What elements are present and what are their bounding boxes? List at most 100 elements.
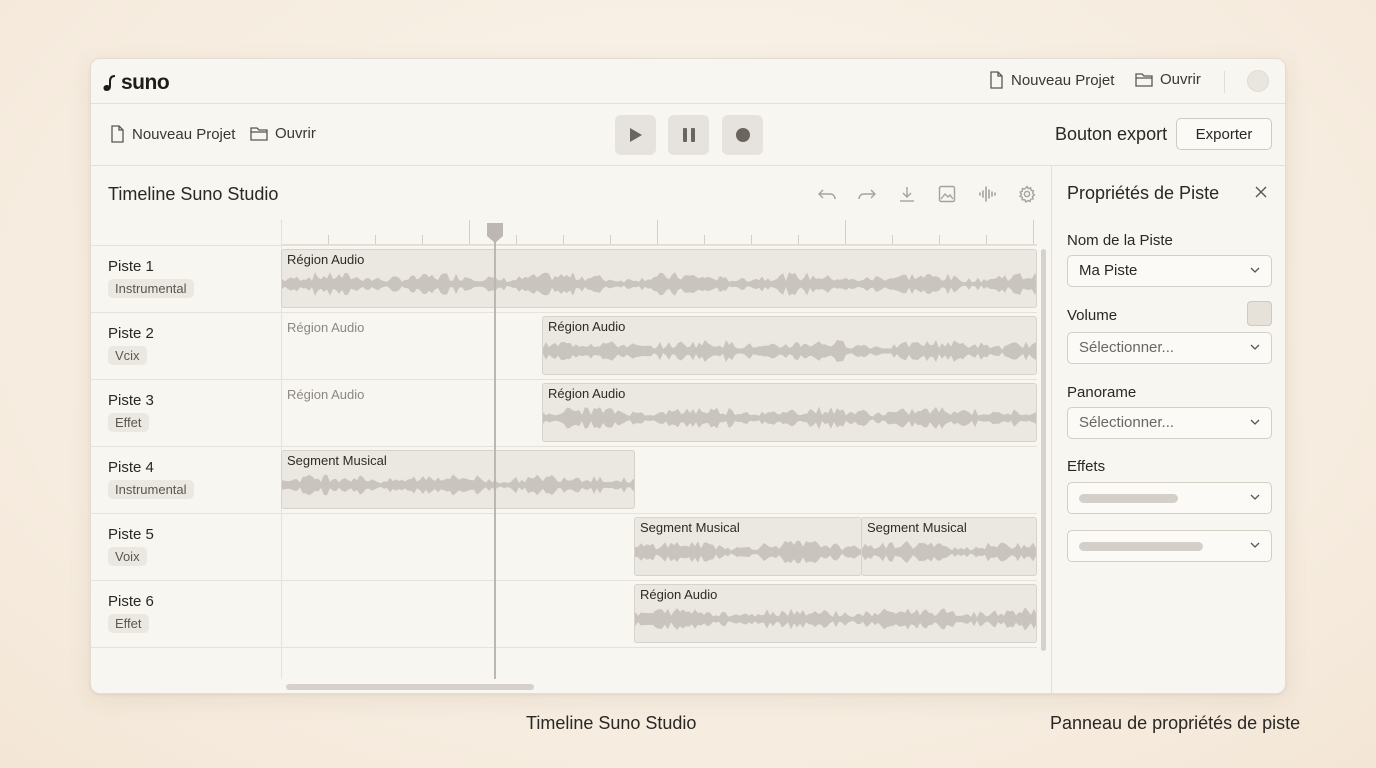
folder-icon (250, 127, 268, 141)
track-header[interactable]: Piste 4 Instrumental (91, 446, 281, 513)
track-header[interactable]: Piste 5 Voix (91, 513, 281, 580)
download-icon (900, 187, 914, 202)
audio-region[interactable]: Région Audio (542, 316, 1037, 375)
play-button[interactable] (615, 115, 656, 155)
open-button[interactable]: Ouvrir (250, 125, 316, 142)
region-label: Région Audio (548, 319, 626, 334)
titlebar-new-project-button[interactable]: Nouveau Projet (989, 71, 1114, 89)
gear-icon (1019, 185, 1036, 203)
ruler-tick (939, 235, 940, 244)
studio-window: suno Nouveau Projet Ouvrir Nouveau Proje… (90, 58, 1286, 694)
lane-divider (91, 513, 1037, 514)
pause-button[interactable] (668, 115, 709, 155)
avatar[interactable] (1247, 70, 1269, 92)
suno-logo[interactable]: suno (103, 71, 170, 95)
track-header[interactable]: Piste 6 Effet (91, 580, 281, 647)
lane-divider (91, 379, 1037, 380)
effect-select[interactable] (1067, 530, 1272, 562)
playhead-line[interactable] (494, 235, 496, 679)
volume-select[interactable]: Sélectionner... (1067, 332, 1272, 364)
waveform-shape (282, 272, 1036, 296)
titlebar-open-button[interactable]: Ouvrir (1135, 71, 1201, 88)
pan-select[interactable]: Sélectionner... (1067, 407, 1272, 439)
export-button[interactable]: Exporter (1176, 118, 1272, 150)
ruler-tick (751, 235, 752, 244)
chevron-down-icon (1250, 494, 1260, 500)
track-name-label: Nom de la Piste (1067, 232, 1173, 249)
timeline-title: Timeline Suno Studio (108, 184, 279, 204)
music-segment[interactable]: Segment Musical (861, 517, 1037, 576)
timeline-ruler[interactable] (281, 220, 1037, 245)
track-name-select[interactable]: Ma Piste (1067, 255, 1272, 287)
audio-region[interactable]: Région Audio (634, 584, 1037, 643)
playhead-handle[interactable] (486, 222, 504, 244)
undo-icon (818, 189, 836, 200)
track-header[interactable]: Piste 2 Vcix (91, 312, 281, 379)
pan-placeholder: Sélectionner... (1079, 414, 1175, 431)
music-segment[interactable]: Segment Musical (634, 517, 862, 576)
waveform (282, 474, 634, 496)
record-button[interactable] (722, 115, 763, 155)
download-button[interactable] (896, 183, 918, 205)
new-project-button[interactable]: Nouveau Projet (110, 125, 235, 143)
audio-region[interactable]: Région Audio (281, 249, 1037, 308)
vertical-scrollbar[interactable] (1041, 249, 1046, 651)
titlebar-new-project-label: Nouveau Projet (1011, 71, 1115, 89)
empty-region-label: Région Audio (287, 320, 365, 335)
track-name: Piste 4 (108, 459, 154, 476)
lane-divider (91, 647, 1037, 648)
ruler-tick (516, 235, 517, 244)
waveform-shape (282, 474, 634, 496)
chevron-down-icon (1250, 419, 1260, 425)
redo-icon (858, 189, 876, 200)
effects-label: Effets (1067, 458, 1106, 475)
timeline-caption: Timeline Suno Studio (526, 713, 697, 733)
undo-button[interactable] (816, 183, 838, 205)
chevron-down-icon (1250, 542, 1260, 548)
settings-button[interactable] (1016, 183, 1038, 205)
effect-select[interactable] (1067, 482, 1272, 514)
region-label: Segment Musical (287, 453, 387, 468)
titlebar-divider (1224, 71, 1225, 93)
ruler-tick (1033, 220, 1034, 244)
track-name: Piste 1 (108, 258, 154, 275)
waveform-button[interactable] (976, 183, 998, 205)
audio-region[interactable]: Région Audio (542, 383, 1037, 442)
track-tag: Instrumental (108, 279, 194, 298)
track-name: Piste 3 (108, 392, 154, 409)
image-button[interactable] (936, 183, 958, 205)
volume-color-swatch[interactable] (1247, 301, 1272, 326)
track-tag: Vcix (108, 346, 147, 365)
waveform (635, 607, 1036, 631)
track-header[interactable]: Piste 1 Instrumental (91, 245, 281, 312)
close-icon[interactable] (1255, 186, 1267, 198)
image-icon (938, 185, 956, 203)
open-label: Ouvrir (275, 125, 316, 142)
new-project-label: Nouveau Projet (132, 125, 236, 143)
chevron-down-icon (1250, 267, 1260, 273)
export-heading: Bouton export (1055, 124, 1168, 144)
track-header[interactable]: Piste 3 Effet (91, 379, 281, 446)
horizontal-scrollbar[interactable] (286, 684, 534, 690)
ruler-tick (610, 235, 611, 244)
track-tag: Instrumental (108, 480, 194, 499)
suno-logo-icon (103, 75, 115, 91)
track-name: Piste 5 (108, 526, 154, 543)
folder-icon (1135, 73, 1153, 87)
ruler-tick (328, 235, 329, 244)
music-segment[interactable]: Segment Musical (281, 450, 635, 509)
panel-title: Propriétés de Piste (1067, 183, 1220, 203)
redo-button[interactable] (856, 183, 878, 205)
waveform-icon (979, 186, 996, 202)
waveform-shape (543, 406, 1036, 430)
play-icon (629, 128, 642, 142)
volume-placeholder: Sélectionner... (1079, 339, 1175, 356)
pause-icon (682, 128, 695, 142)
waveform-shape (635, 607, 1036, 631)
lane-divider (91, 312, 1037, 313)
lane-divider (91, 446, 1037, 447)
waveform-shape (635, 540, 861, 564)
logo-text: suno (121, 71, 170, 94)
ruler-tick (657, 220, 658, 244)
region-label: Région Audio (640, 587, 718, 602)
